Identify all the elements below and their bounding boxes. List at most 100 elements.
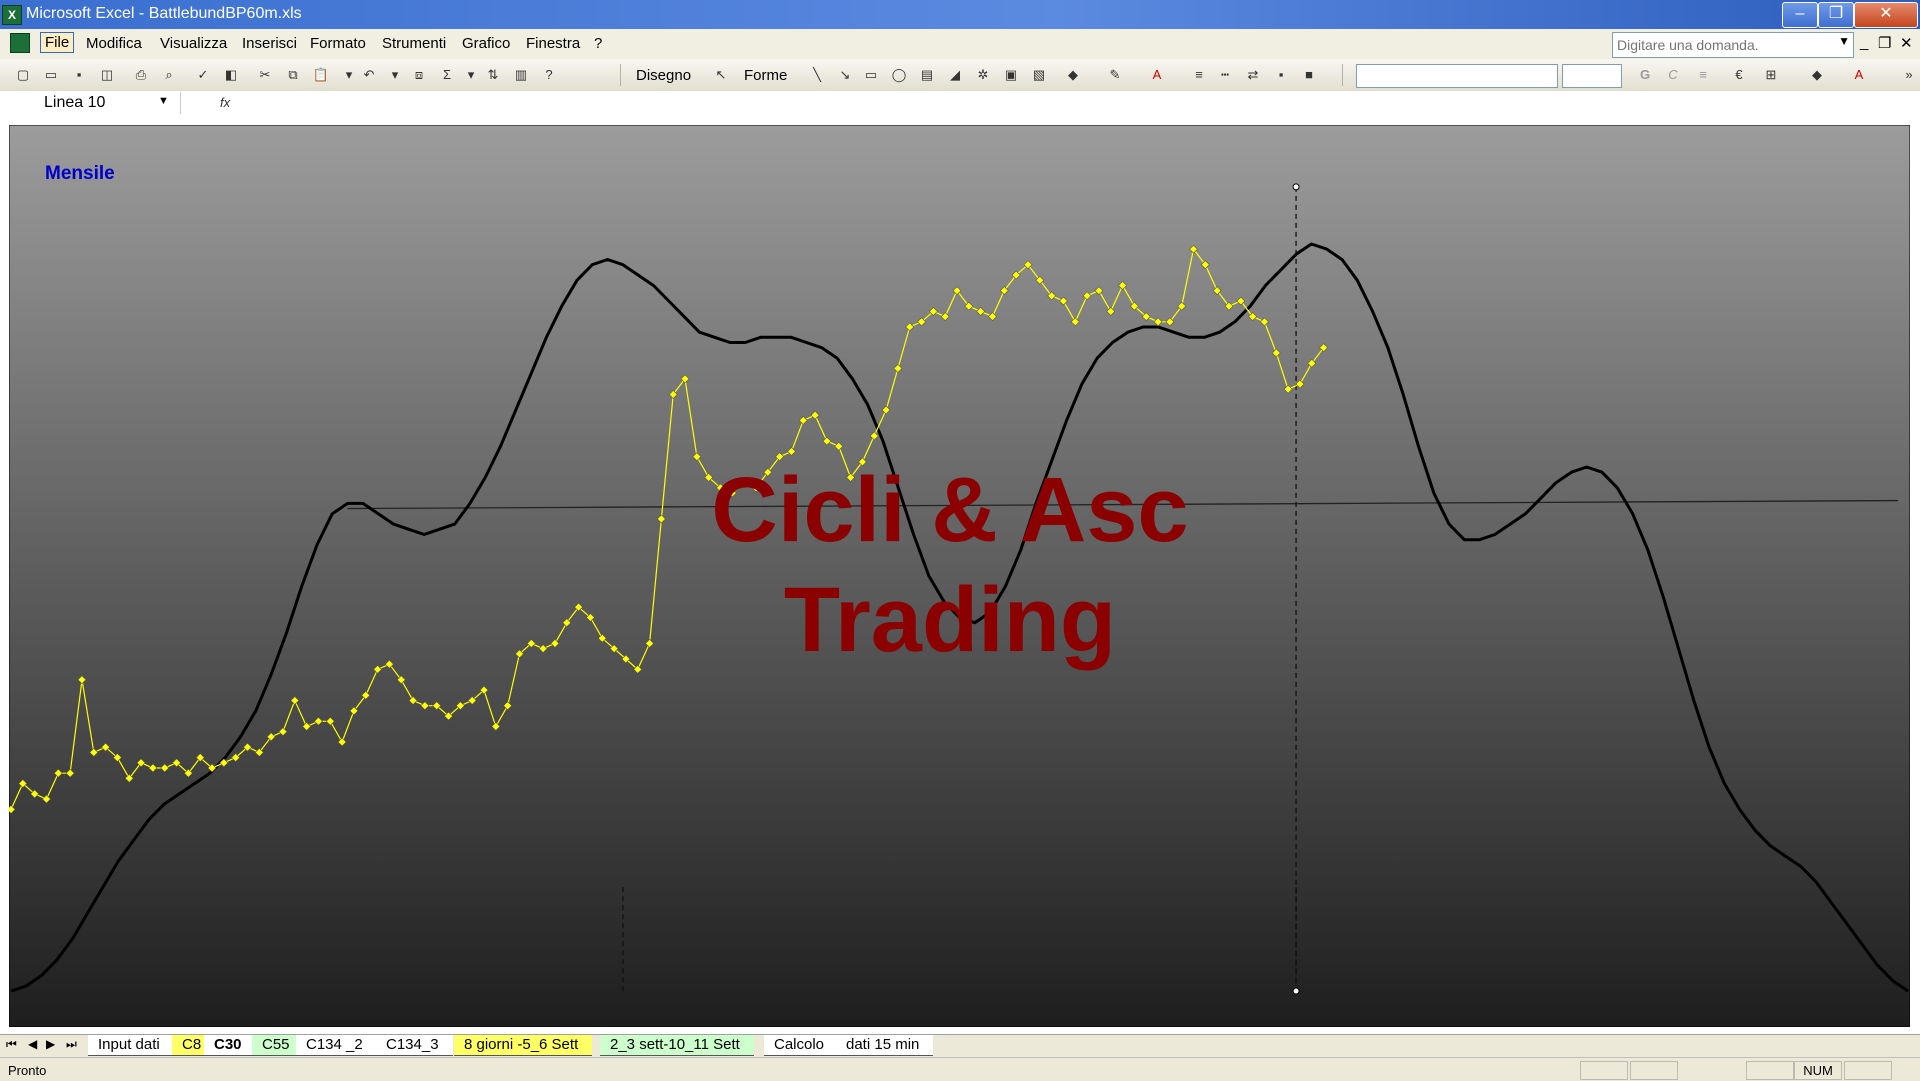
paste-icon[interactable]: 📋 <box>312 66 330 84</box>
menu-modifica[interactable]: Modifica <box>86 35 142 52</box>
menu-strumenti[interactable]: Strumenti <box>382 35 446 52</box>
restore-button[interactable]: ❐ <box>1818 2 1854 28</box>
selection-handle <box>1292 987 1300 995</box>
fx-icon[interactable]: fx <box>220 95 230 110</box>
menu-inserisci[interactable]: Inserisci <box>242 35 297 52</box>
name-box-value: Linea 10 <box>44 94 106 111</box>
last-sheet-icon[interactable]: ⏭ <box>66 1037 77 1052</box>
clipart-icon[interactable]: ▣ <box>1002 66 1020 84</box>
menu-finestra[interactable]: Finestra <box>526 35 580 52</box>
prev-sheet-icon[interactable]: ◀ <box>28 1037 37 1051</box>
name-box[interactable]: Linea 10 ▼ <box>4 92 181 114</box>
doc-close-icon[interactable]: ✕ <box>1900 34 1913 52</box>
sheet-tab-8-giorni[interactable]: 8 giorni -5_6 Sett <box>454 1035 593 1056</box>
doc-minimize-icon[interactable]: _ <box>1860 34 1868 51</box>
drawing-menu[interactable]: Disegno <box>636 67 691 84</box>
help-question-box[interactable]: ▼ <box>1612 32 1854 58</box>
undo-icon[interactable]: ↶ <box>360 66 378 84</box>
chart-wizard-icon[interactable]: ▥ <box>512 66 530 84</box>
rectangle-icon[interactable]: ▭ <box>862 66 880 84</box>
chevron-down-icon[interactable]: ▼ <box>1838 34 1850 48</box>
first-sheet-icon[interactable]: ⏮ <box>6 1037 17 1052</box>
textbox-icon[interactable]: ▤ <box>918 66 936 84</box>
font-color-icon[interactable]: A <box>1850 66 1868 84</box>
help-icon[interactable]: ? <box>540 66 558 84</box>
menu-grafico[interactable]: Grafico <box>462 35 510 52</box>
close-button[interactable]: ✕ <box>1854 2 1918 28</box>
font-size-combo[interactable] <box>1562 64 1622 88</box>
sheet-tab-2-3-sett[interactable]: 2_3 sett-10_11 Sett <box>600 1035 754 1056</box>
chevron-down-icon[interactable]: ▼ <box>158 95 169 107</box>
oval-icon[interactable]: ◯ <box>890 66 908 84</box>
toolbar-separator <box>1342 64 1343 86</box>
font-color-icon[interactable]: A <box>1148 66 1166 84</box>
sheet-tab-c134-2[interactable]: C134 _2 <box>296 1035 377 1056</box>
fill-color-icon[interactable]: ◆ <box>1064 66 1082 84</box>
chevron-down-icon[interactable]: ▾ <box>340 66 358 84</box>
next-sheet-icon[interactable]: ▶ <box>46 1037 55 1051</box>
3d-icon[interactable]: ■ <box>1300 66 1318 84</box>
print-preview-icon[interactable]: ⌕ <box>160 66 178 84</box>
cut-icon[interactable]: ✂ <box>256 66 274 84</box>
status-cell <box>1746 1061 1794 1080</box>
sheet-tab-dati-15-min[interactable]: dati 15 min <box>836 1035 934 1056</box>
chevron-down-icon[interactable]: ▾ <box>386 66 404 84</box>
shapes-menu[interactable]: Forme <box>744 67 787 84</box>
chart-label: Mensile <box>45 163 115 184</box>
new-icon[interactable]: ▢ <box>14 66 32 84</box>
wordart-icon[interactable]: ◢ <box>946 66 964 84</box>
italic-icon[interactable]: C <box>1664 66 1682 84</box>
line-icon[interactable]: ╲ <box>808 66 826 84</box>
borders-icon[interactable]: ⊞ <box>1762 66 1780 84</box>
watermark-line-2: Trading <box>783 569 1117 671</box>
line-color-icon[interactable]: ✎ <box>1106 66 1124 84</box>
menu-formato[interactable]: Formato <box>310 35 366 52</box>
open-icon[interactable]: ▭ <box>42 66 60 84</box>
watermark-line-1: Cicli & Asc <box>711 459 1189 561</box>
align-center-icon[interactable]: ≡ <box>1694 66 1712 84</box>
bold-icon[interactable]: G <box>1636 66 1654 84</box>
status-cell <box>1844 1061 1892 1080</box>
excel-icon[interactable]: X <box>2 5 22 25</box>
diagram-icon[interactable]: ✲ <box>974 66 992 84</box>
shadow-icon[interactable]: ▪ <box>1272 66 1290 84</box>
sheet-tab-c30[interactable]: C30 <box>204 1035 256 1056</box>
pointer-icon[interactable]: ↖ <box>712 66 730 84</box>
chevron-down-icon[interactable]: ▾ <box>462 66 480 84</box>
menu-visualizza[interactable]: Visualizza <box>160 35 227 52</box>
sort-icon[interactable]: ⇅ <box>484 66 502 84</box>
status-text: Pronto <box>8 1063 47 1078</box>
picture-icon[interactable]: ▧ <box>1030 66 1048 84</box>
sheet-tab-bar: ⏮ ◀ ▶ ⏭ Input dati C8 C30 C55 C134 _2 C1… <box>0 1034 1920 1057</box>
hyperlink-icon[interactable]: ⧈ <box>410 66 428 84</box>
document-icon[interactable] <box>10 33 30 53</box>
status-cell <box>1580 1061 1628 1080</box>
copy-icon[interactable]: ⧉ <box>284 66 302 84</box>
line-style-icon[interactable]: ≡ <box>1190 66 1208 84</box>
euro-icon[interactable]: € <box>1730 66 1748 84</box>
selection-handle <box>1292 183 1300 191</box>
doc-restore-icon[interactable]: ❐ <box>1878 34 1891 52</box>
research-icon[interactable]: ◧ <box>222 66 240 84</box>
save-icon[interactable]: ▪ <box>70 66 88 84</box>
help-question-input[interactable] <box>1613 33 1829 57</box>
title-bar: X Microsoft Excel - BattlebundBP60m.xls … <box>0 0 1920 29</box>
menu-help[interactable]: ? <box>594 35 602 52</box>
toolbar-options-icon[interactable]: » <box>1900 66 1918 84</box>
minimize-button[interactable]: – <box>1782 2 1818 28</box>
arrow-style-icon[interactable]: ⇄ <box>1244 66 1262 84</box>
sheet-tab-calcolo[interactable]: Calcolo <box>764 1035 839 1056</box>
font-name-combo[interactable] <box>1356 64 1558 88</box>
fill-color-icon[interactable]: ◆ <box>1808 66 1826 84</box>
sheet-tab-input-dati[interactable]: Input dati <box>88 1035 174 1056</box>
toolbar: ▢ ▭ ▪ ◫ ⎙ ⌕ ✓ ◧ ✂ ⧉ 📋 ▾ ↶ ▾ ⧈ Σ ▾ ⇅ ▥ ? … <box>0 59 1920 92</box>
dash-style-icon[interactable]: ┅ <box>1216 66 1234 84</box>
arrow-icon[interactable]: ↘ <box>836 66 854 84</box>
print-icon[interactable]: ⎙ <box>132 66 150 84</box>
sheet-tab-c134-3[interactable]: C134_3 <box>376 1035 453 1056</box>
sum-icon[interactable]: Σ <box>438 66 456 84</box>
formula-bar: Linea 10 ▼ fx <box>0 91 1920 117</box>
menu-file[interactable]: File <box>40 32 75 53</box>
spelling-icon[interactable]: ✓ <box>194 66 212 84</box>
permission-icon[interactable]: ◫ <box>98 66 116 84</box>
